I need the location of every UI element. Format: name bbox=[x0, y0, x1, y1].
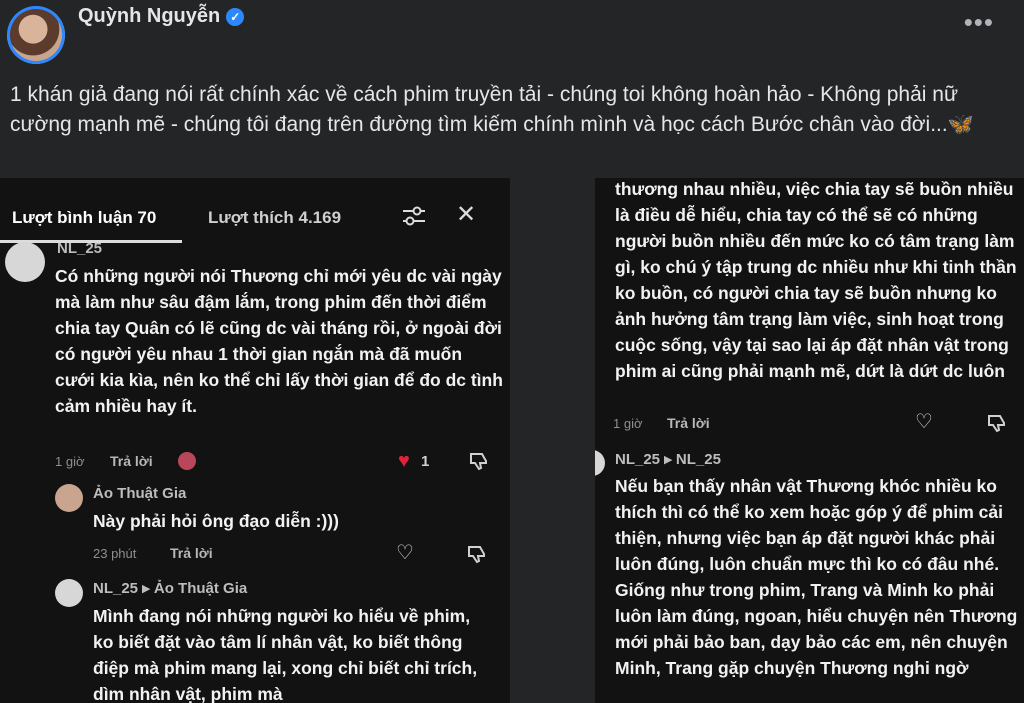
heart-icon[interactable]: ♥ bbox=[398, 451, 410, 471]
post-caption: 1 khán giả đang nói rất chính xác về các… bbox=[10, 80, 1010, 140]
reply-button[interactable]: Trả lời bbox=[170, 545, 213, 561]
comment-username[interactable]: NL_25 bbox=[57, 240, 102, 257]
comment-text: Có những người nói Thương chỉ mới yêu dc… bbox=[55, 266, 503, 416]
heart-icon[interactable]: ♡ bbox=[915, 412, 933, 432]
comment-text: Này phải hỏi ông đạo diễn :))) bbox=[93, 511, 339, 531]
reply-button[interactable]: Trả lời bbox=[667, 415, 710, 431]
verified-badge-icon: ✓ bbox=[226, 7, 245, 26]
comment-text: Nếu bạn thấy nhân vật Thương khóc nhiều … bbox=[615, 476, 1018, 678]
dislike-icon[interactable] bbox=[467, 544, 487, 564]
author-row: Quỳnh Nguyễn ✓ bbox=[78, 5, 245, 28]
dislike-icon[interactable] bbox=[469, 451, 489, 471]
dislike-icon[interactable] bbox=[987, 413, 1007, 433]
comment-tabs: Lượt bình luận 70 Lượt thích 4.169 ✕ bbox=[0, 178, 510, 244]
comment-text: Mình đang nói những người ko hiểu về phi… bbox=[93, 606, 478, 703]
filter-sliders-icon[interactable] bbox=[401, 204, 427, 228]
attached-image-right[interactable]: thương nhau nhiều, việc chia tay sẽ buồn… bbox=[595, 178, 1024, 703]
author-name[interactable]: Quỳnh Nguyễn bbox=[78, 5, 220, 28]
comment-time: 23 phút bbox=[93, 546, 137, 561]
heart-icon[interactable]: ♡ bbox=[396, 543, 414, 563]
caption-text: 1 khán giả đang nói rất chính xác về các… bbox=[10, 83, 959, 136]
butterfly-emoji: 🦋 bbox=[947, 113, 974, 136]
tab-comments[interactable]: Lượt bình luận 70 bbox=[12, 208, 156, 228]
commenter-avatar[interactable] bbox=[55, 484, 83, 512]
attached-image-left[interactable]: Lượt bình luận 70 Lượt thích 4.169 ✕ NL_… bbox=[0, 178, 510, 703]
comment-time: 1 giờ bbox=[55, 454, 85, 469]
post-header: Quỳnh Nguyễn ✓ ••• bbox=[0, 0, 1024, 80]
comment-username[interactable]: NL_25 ▸ Ảo Thuật Gia bbox=[93, 579, 247, 597]
comment-text: thương nhau nhiều, việc chia tay sẽ buồn… bbox=[615, 179, 1017, 381]
commenter-avatar[interactable] bbox=[595, 450, 605, 476]
comment-time: 1 giờ bbox=[613, 416, 643, 431]
replier-avatar-icon bbox=[178, 452, 196, 470]
commenter-avatar[interactable] bbox=[5, 242, 45, 282]
more-options-icon[interactable]: ••• bbox=[964, 9, 994, 35]
tab-likes[interactable]: Lượt thích 4.169 bbox=[208, 208, 341, 228]
author-avatar[interactable] bbox=[7, 6, 65, 64]
comment-username[interactable]: NL_25 ▸ NL_25 bbox=[615, 450, 721, 468]
comment-username[interactable]: Ảo Thuật Gia bbox=[93, 485, 186, 502]
close-icon[interactable]: ✕ bbox=[456, 200, 476, 229]
reply-button[interactable]: Trả lời bbox=[110, 453, 153, 469]
commenter-avatar[interactable] bbox=[55, 579, 83, 607]
like-count: 1 bbox=[421, 453, 430, 470]
